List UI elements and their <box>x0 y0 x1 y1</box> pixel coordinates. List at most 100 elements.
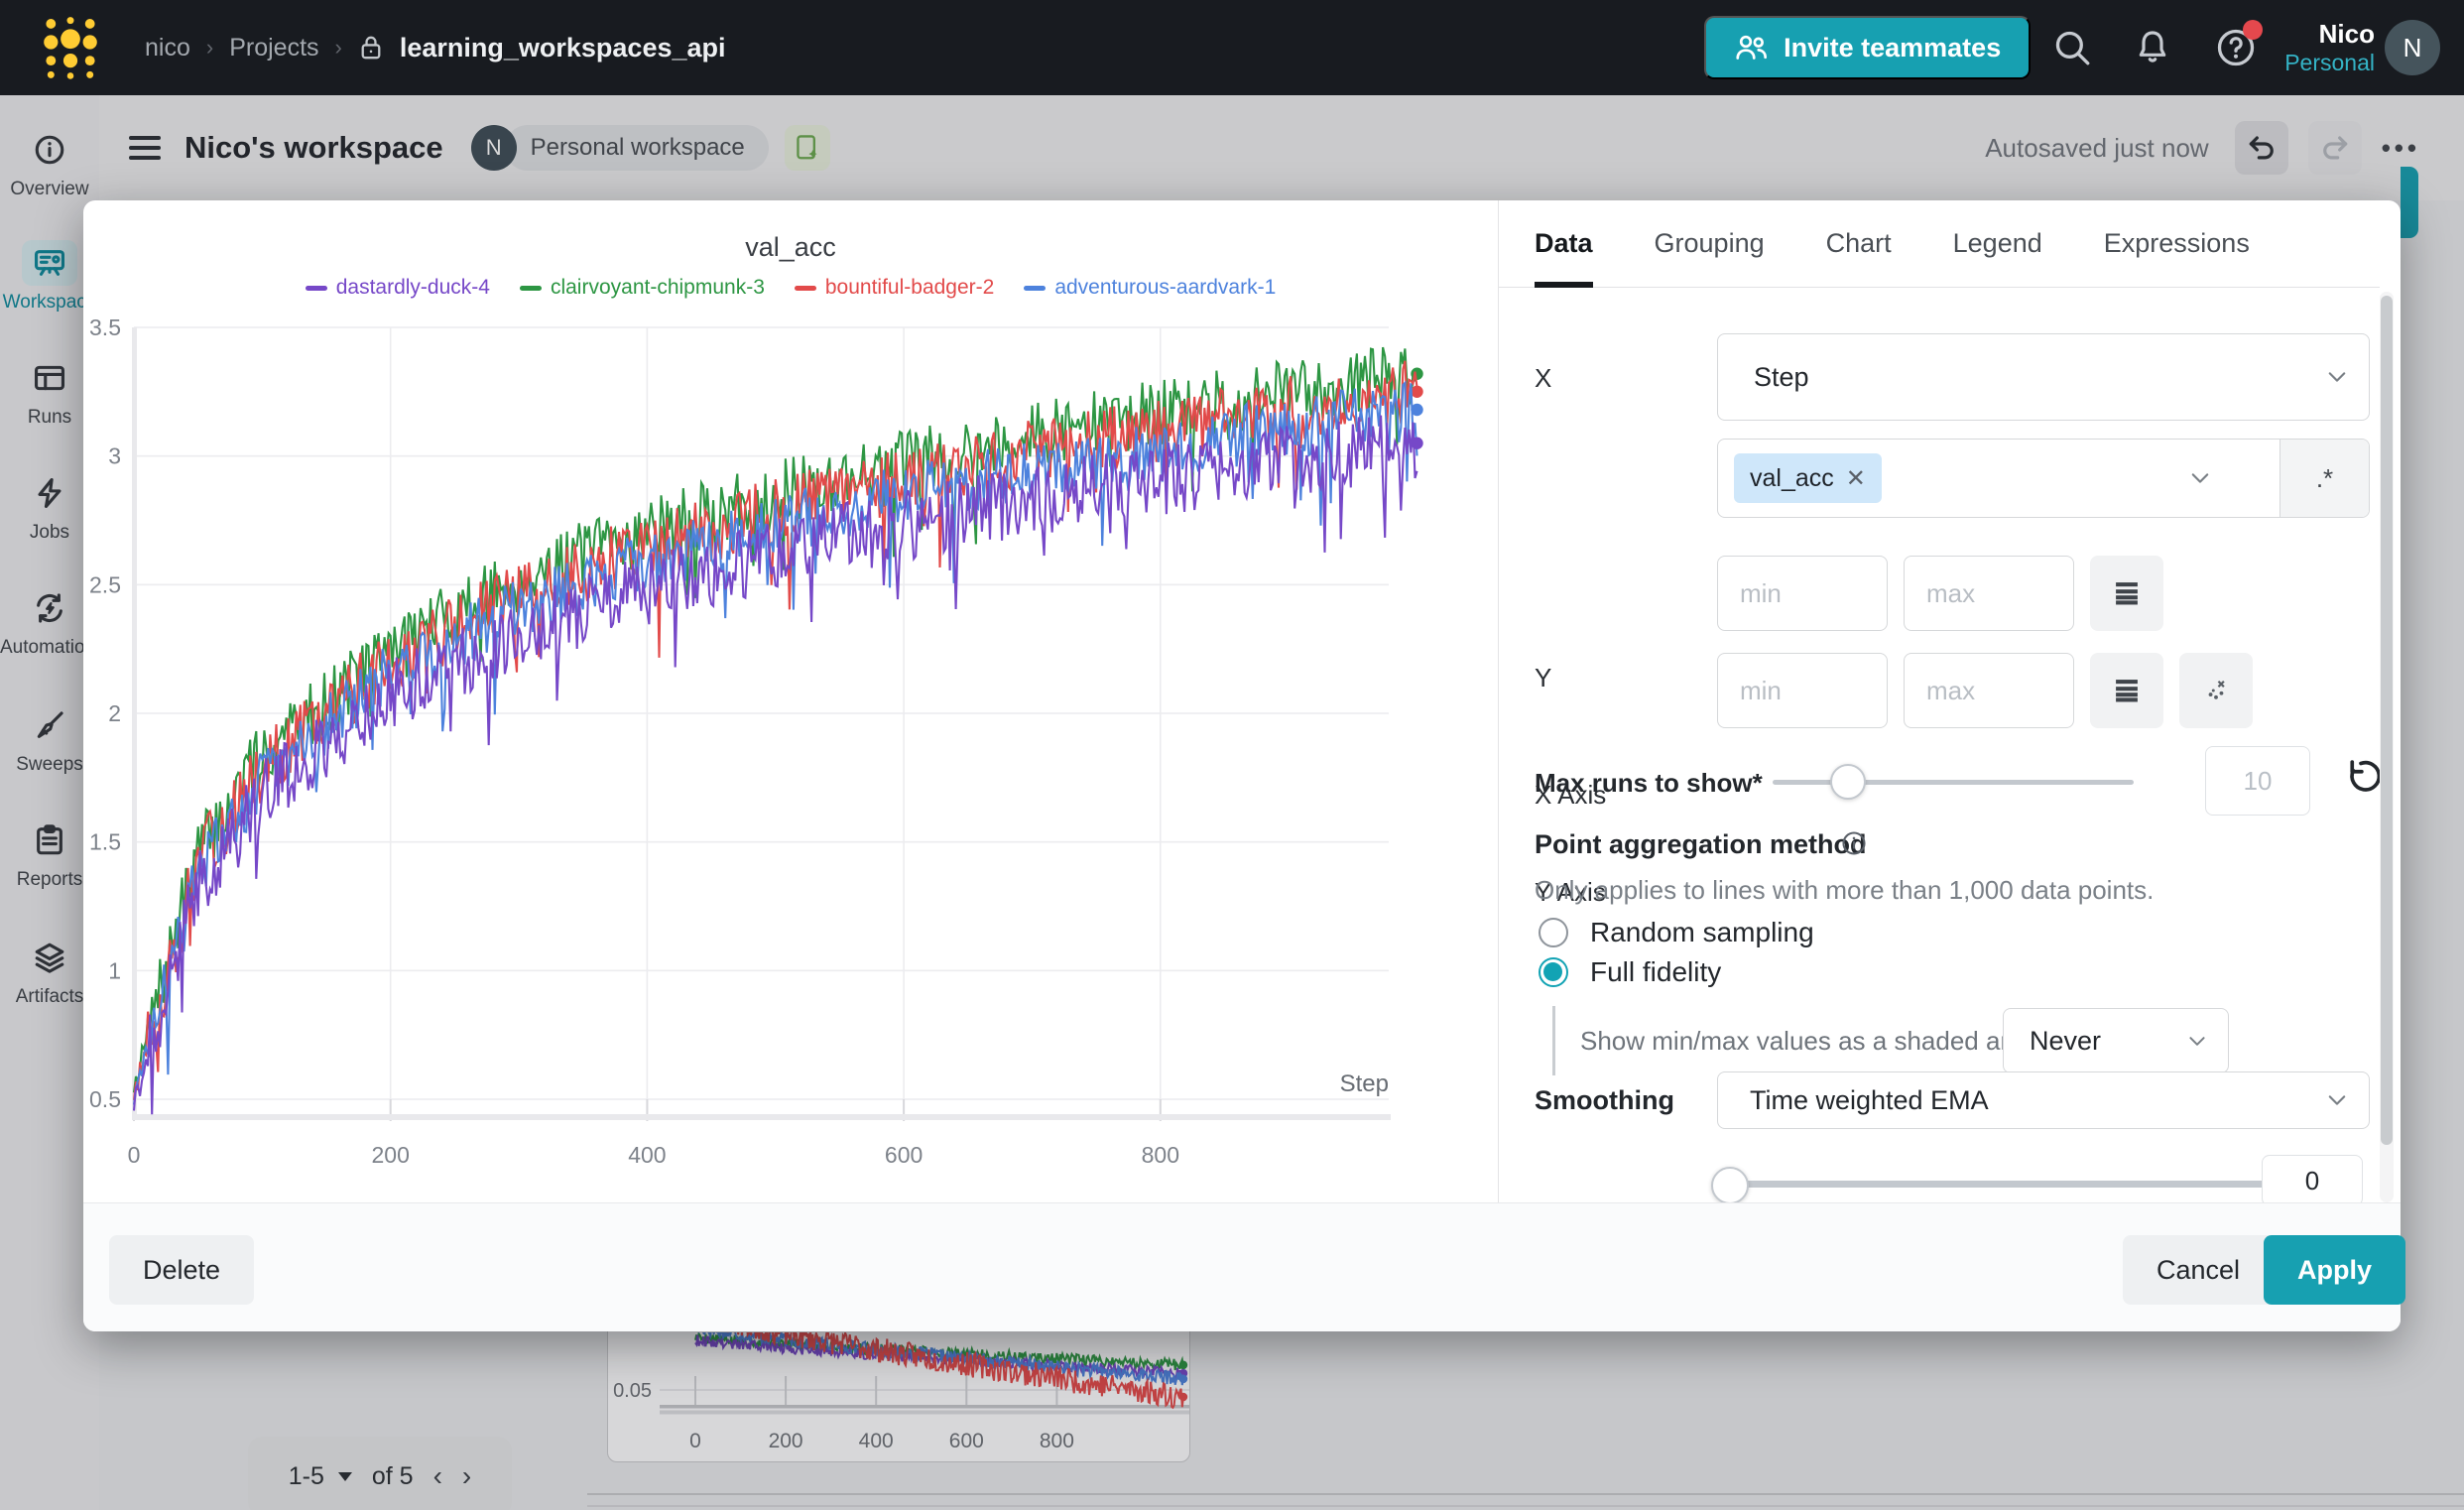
point-aggregation-title: Point aggregation method <box>1535 829 1867 860</box>
invite-teammates-button[interactable]: Invite teammates <box>1704 16 2031 79</box>
smoothing-slider-track[interactable] <box>1729 1181 2294 1188</box>
legend-swatch <box>306 286 327 291</box>
legend-swatch <box>520 286 542 291</box>
svg-text:600: 600 <box>885 1142 923 1168</box>
breadcrumb-separator: › <box>206 35 213 61</box>
legend-label: dastardly-duck-4 <box>336 276 490 300</box>
x-axis-max-input[interactable] <box>1904 556 2074 631</box>
lock-icon <box>358 34 384 62</box>
x-metric-select[interactable]: Step <box>1717 333 2370 421</box>
legend-item[interactable]: adventurous-aardvark-1 <box>1024 276 1276 300</box>
search-icon[interactable] <box>2031 0 2114 95</box>
breadcrumb-separator: › <box>335 35 342 61</box>
chevron-down-icon <box>2327 1094 2347 1106</box>
panel-scrollbar <box>2380 292 2394 1202</box>
y-metric-chip: val_acc ✕ <box>1734 453 1882 503</box>
y-axis-outliers-button[interactable] <box>2179 653 2253 728</box>
svg-text:200: 200 <box>372 1142 410 1168</box>
y-axis-log-scale-button[interactable] <box>2090 653 2163 728</box>
settings-panel: Data Grouping Chart Legend Expressions X… <box>1498 200 2401 1202</box>
wandb-logo-icon[interactable] <box>38 13 103 82</box>
svg-text:2.5: 2.5 <box>89 571 121 597</box>
tab-data[interactable]: Data <box>1535 200 1593 288</box>
minmax-shaded-label: Show min/max values as a shaded area <box>1580 1026 2037 1057</box>
smoothing-value: Time weighted EMA <box>1750 1085 1989 1116</box>
notifications-bell-icon[interactable] <box>2114 0 2191 95</box>
svg-text:1.5: 1.5 <box>89 829 121 855</box>
modal-footer: Delete Cancel Apply <box>83 1202 2401 1331</box>
svg-text:2: 2 <box>108 700 121 726</box>
regex-toggle-button[interactable]: .* <box>2279 440 2369 517</box>
tab-legend[interactable]: Legend <box>1953 200 2042 288</box>
user-scope: Personal <box>2284 50 2375 75</box>
point-aggregation-note: Only applies to lines with more than 1,0… <box>1535 875 2154 906</box>
page: nico › Projects › learning_workspaces_ap… <box>0 0 2464 1510</box>
max-runs-slider-track[interactable] <box>1773 780 2134 785</box>
chevron-down-icon <box>2188 1036 2206 1047</box>
delete-button[interactable]: Delete <box>109 1235 254 1305</box>
x-field-label: X <box>1535 363 1551 394</box>
minmax-shaded-select[interactable]: Never <box>2003 1008 2229 1073</box>
navbar-right: Invite teammates N <box>1704 0 2464 95</box>
y-metric-chip-label: val_acc <box>1750 464 1834 493</box>
user-name: Nico <box>2284 20 2375 50</box>
max-runs-label: Max runs to show* <box>1535 768 1763 799</box>
y-metric-select[interactable]: val_acc ✕ .* <box>1717 439 2370 518</box>
legend-item[interactable]: dastardly-duck-4 <box>306 276 490 300</box>
tab-grouping[interactable]: Grouping <box>1655 200 1765 288</box>
breadcrumb-project[interactable]: learning_workspaces_api <box>400 33 726 63</box>
legend-item[interactable]: clairvoyant-chipmunk-3 <box>520 276 765 300</box>
user-avatar[interactable]: N <box>2385 20 2440 75</box>
notification-badge <box>2243 20 2263 40</box>
x-axis-min-input[interactable] <box>1717 556 1888 631</box>
y-axis-min-input[interactable] <box>1717 653 1888 728</box>
legend-item[interactable]: bountiful-badger-2 <box>795 276 994 300</box>
reset-icon[interactable] <box>2340 756 2382 798</box>
svg-text:3.5: 3.5 <box>89 315 121 340</box>
invite-teammates-label: Invite teammates <box>1784 33 2001 63</box>
tab-chart[interactable]: Chart <box>1826 200 1892 288</box>
panel-scrollbar-thumb[interactable] <box>2381 296 2393 1145</box>
cancel-button[interactable]: Cancel <box>2123 1235 2274 1305</box>
legend-label: clairvoyant-chipmunk-3 <box>551 276 765 300</box>
top-navbar: nico › Projects › learning_workspaces_ap… <box>0 0 2464 95</box>
smoothing-value-input[interactable] <box>2262 1155 2363 1202</box>
smoothing-label: Smoothing <box>1535 1085 1674 1116</box>
svg-text:1: 1 <box>108 957 121 983</box>
svg-text:800: 800 <box>1142 1142 1179 1168</box>
chevron-down-icon <box>2327 371 2347 383</box>
user-block[interactable]: Nico Personal <box>2284 20 2375 75</box>
line-chart-plot: 0.511.522.533.50200400600800Step <box>83 298 1498 1193</box>
chevron-down-icon <box>2190 472 2210 484</box>
chip-remove-icon[interactable]: ✕ <box>1846 464 1866 493</box>
svg-text:0: 0 <box>128 1142 141 1168</box>
indent-bar <box>1552 1006 1555 1075</box>
radio-random-sampling[interactable]: Random sampling <box>1539 917 1814 948</box>
svg-text:3: 3 <box>108 443 121 469</box>
chart-title: val_acc <box>83 232 1498 263</box>
smoothing-select[interactable]: Time weighted EMA <box>1717 1071 2370 1129</box>
y-axis-max-input[interactable] <box>1904 653 2074 728</box>
svg-text:400: 400 <box>628 1142 666 1168</box>
info-icon[interactable] <box>1840 829 1868 857</box>
apply-button[interactable]: Apply <box>2264 1235 2405 1305</box>
settings-tabs: Data Grouping Chart Legend Expressions <box>1499 200 2380 288</box>
max-runs-slider-thumb[interactable] <box>1830 764 1866 800</box>
edit-panel-modal: val_acc dastardly-duck-4 clairvoyant-chi… <box>83 200 2401 1331</box>
x-metric-value: Step <box>1754 362 1809 393</box>
breadcrumb-org[interactable]: nico <box>145 34 190 63</box>
radio-full-fidelity[interactable]: Full fidelity <box>1539 956 1721 988</box>
help-icon[interactable] <box>2191 0 2280 95</box>
tab-expressions[interactable]: Expressions <box>2104 200 2250 288</box>
x-axis-log-scale-button[interactable] <box>2090 556 2163 631</box>
legend-swatch <box>1024 286 1046 291</box>
legend-swatch <box>795 286 816 291</box>
max-runs-input[interactable] <box>2205 746 2310 816</box>
legend-label: bountiful-badger-2 <box>825 276 994 300</box>
breadcrumb: nico › Projects › learning_workspaces_ap… <box>145 33 726 63</box>
minmax-shaded-value: Never <box>2030 1026 2101 1057</box>
invite-people-icon <box>1734 32 1770 63</box>
breadcrumb-projects[interactable]: Projects <box>229 34 318 63</box>
smoothing-slider-thumb[interactable] <box>1711 1167 1749 1202</box>
radio-checked-icon <box>1539 957 1568 987</box>
